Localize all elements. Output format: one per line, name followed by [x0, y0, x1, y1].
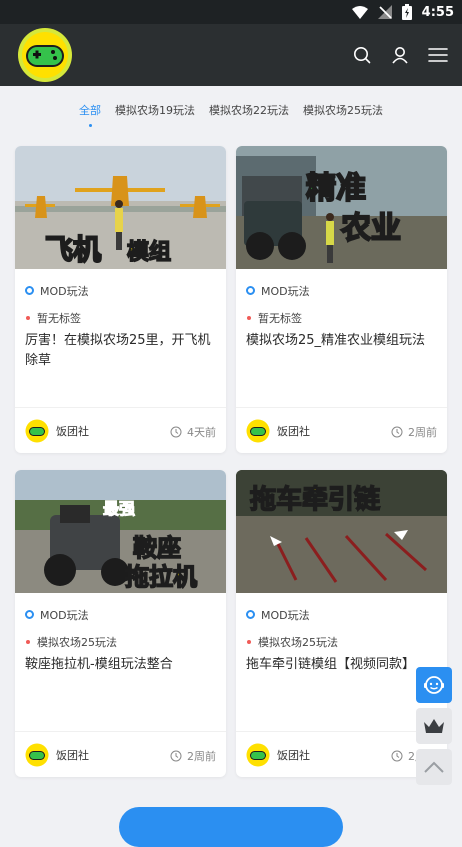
article-title[interactable]: 厉害！在模拟农场25里，开飞机除草	[25, 331, 217, 371]
status-bar: 4:55	[0, 0, 462, 24]
card-footer: 饭团社 2周前	[15, 731, 226, 777]
tag-label[interactable]: 暂无标签	[25, 304, 89, 331]
back-to-top-icon	[424, 761, 444, 773]
vip-crown-icon	[424, 719, 444, 733]
article-thumbnail[interactable]: 飞机 模组	[15, 146, 226, 269]
tab-all[interactable]: 全部	[79, 102, 101, 127]
category-label[interactable]: MOD玩法	[246, 277, 310, 304]
svg-text:飞机: 飞机	[45, 233, 101, 266]
article-card[interactable]: 飞机 模组 MOD玩法 暂无标签 厉害！在模拟农场25里，开飞机除草 饭团社 4…	[15, 146, 226, 453]
post-time: 2周前	[391, 424, 437, 440]
status-time: 4:55	[421, 4, 454, 20]
tag-label[interactable]: 模拟农场25玩法	[25, 628, 117, 655]
svg-text:模组: 模组	[127, 239, 171, 265]
clock-icon	[391, 426, 403, 438]
load-more-button[interactable]	[119, 807, 343, 847]
article-thumbnail[interactable]: 精准 农业	[236, 146, 447, 269]
author-avatar[interactable]	[25, 743, 49, 767]
category-ring-icon	[25, 286, 34, 295]
customer-service-icon	[424, 676, 444, 694]
svg-text:拖车牵引链: 拖车牵引链	[250, 484, 380, 515]
post-time: 2周前	[170, 748, 216, 764]
menu-icon[interactable]	[428, 45, 448, 65]
card-footer: 饭团社 2周前	[236, 407, 447, 453]
category-ring-icon	[246, 286, 255, 295]
svg-text:最强: 最强	[103, 499, 135, 518]
clock-icon	[170, 426, 182, 438]
tag-dot-icon	[26, 315, 30, 320]
search-icon[interactable]	[352, 45, 372, 65]
tag-dot-icon	[247, 315, 251, 320]
article-title[interactable]: 模拟农场25_精准农业模组玩法	[246, 331, 438, 351]
tag-label[interactable]: 暂无标签	[246, 304, 310, 331]
category-tabs: 全部 模拟农场19玩法 模拟农场22玩法 模拟农场25玩法	[0, 86, 462, 130]
no-signal-icon	[377, 5, 392, 19]
back-to-top-button[interactable]	[416, 749, 452, 785]
tag-dot-icon	[26, 639, 30, 644]
article-title[interactable]: 鞍座拖拉机-模组玩法整合	[25, 655, 217, 675]
article-card[interactable]: 精准 农业 MOD玩法 暂无标签 模拟农场25_精准农业模组玩法 饭团社 2周前	[236, 146, 447, 453]
gamepad-logo[interactable]	[17, 27, 73, 83]
author-avatar[interactable]	[25, 419, 49, 443]
post-time: 4天前	[170, 424, 216, 440]
author-name[interactable]: 饭团社	[56, 423, 89, 439]
vip-button[interactable]	[416, 708, 452, 744]
card-footer: 饭团社 4天前	[15, 407, 226, 453]
customer-service-button[interactable]	[416, 667, 452, 703]
tag-label[interactable]: 模拟农场25玩法	[246, 628, 338, 655]
article-thumbnail[interactable]: 拖车牵引链	[236, 470, 447, 593]
svg-text:农业: 农业	[340, 211, 401, 246]
category-label[interactable]: MOD玩法	[25, 601, 117, 628]
svg-text:精准: 精准	[306, 171, 366, 206]
clock-icon	[391, 750, 403, 762]
tab-fs22[interactable]: 模拟农场22玩法	[209, 102, 289, 118]
author-name[interactable]: 饭团社	[56, 747, 89, 763]
article-title[interactable]: 拖车牵引链模组【视频同款】	[246, 655, 438, 675]
user-icon[interactable]	[390, 45, 410, 65]
author-avatar[interactable]	[246, 743, 270, 767]
category-ring-icon	[25, 610, 34, 619]
author-name[interactable]: 饭团社	[277, 423, 310, 439]
category-label[interactable]: MOD玩法	[246, 601, 338, 628]
top-bar	[0, 24, 462, 86]
wifi-icon	[351, 5, 368, 19]
clock-icon	[170, 750, 182, 762]
battery-charging-icon	[401, 4, 412, 20]
article-thumbnail[interactable]: 最强 鞍座 拖拉机	[15, 470, 226, 593]
tab-fs19[interactable]: 模拟农场19玩法	[115, 102, 195, 118]
category-label[interactable]: MOD玩法	[25, 277, 89, 304]
category-ring-icon	[246, 610, 255, 619]
author-name[interactable]: 饭团社	[277, 747, 310, 763]
author-avatar[interactable]	[246, 419, 270, 443]
tab-fs25[interactable]: 模拟农场25玩法	[303, 102, 383, 118]
svg-text:鞍座: 鞍座	[133, 534, 181, 562]
svg-text:拖拉机: 拖拉机	[125, 563, 197, 591]
tag-dot-icon	[247, 639, 251, 644]
article-card[interactable]: 最强 鞍座 拖拉机 MOD玩法 模拟农场25玩法 鞍座拖拉机-模组玩法整合 饭团…	[15, 470, 226, 777]
